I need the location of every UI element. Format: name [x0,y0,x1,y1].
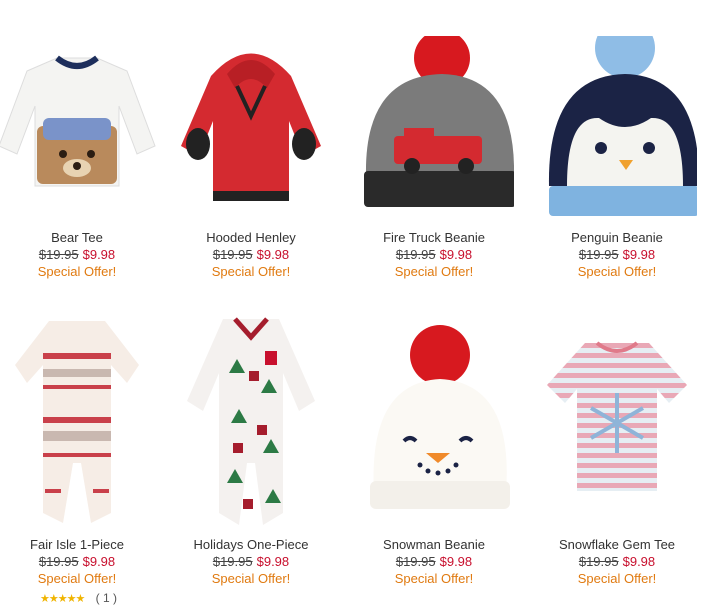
product-price: $19.95 $9.98 [349,554,519,569]
original-price: $19.95 [578,554,619,569]
sale-price: $9.98 [82,247,116,262]
product-price: $19.95 $9.98 [0,554,162,569]
product-name[interactable]: Snowflake Gem Tee [532,537,702,552]
product-image-hooded-henley[interactable] [171,36,331,226]
product-price: $19.95 $9.98 [166,554,336,569]
product-name[interactable]: Fire Truck Beanie [349,230,519,245]
review-count[interactable]: ( 1 ) [96,591,117,605]
rating-stars-icon: ★★★★★ [40,593,85,605]
product-name[interactable]: Fair Isle 1-Piece [0,537,162,552]
product-card[interactable]: Hooded Henley $19.95 $9.98 Special Offer! [166,36,336,279]
special-offer-link[interactable]: Special Offer! [349,571,519,586]
sale-price: $9.98 [439,554,473,569]
product-price: $19.95 $9.98 [532,554,702,569]
original-price: $19.95 [395,247,436,262]
product-name[interactable]: Hooded Henley [166,230,336,245]
product-card[interactable]: Snowflake Gem Tee $19.95 $9.98 Special Of… [532,313,702,586]
product-image-holidays-one-piece[interactable] [171,313,331,533]
original-price: $19.95 [38,554,79,569]
product-image-penguin-beanie[interactable] [537,36,697,226]
product-image-fire-truck-beanie[interactable] [354,36,514,226]
product-image-snowflake-gem-tee[interactable] [537,313,697,533]
special-offer-link[interactable]: Special Offer! [166,264,336,279]
special-offer-link[interactable]: Special Offer! [0,571,162,586]
product-price: $19.95 $9.98 [349,247,519,262]
product-name[interactable]: Snowman Beanie [349,537,519,552]
product-name[interactable]: Penguin Beanie [532,230,702,245]
product-image-snowman-beanie[interactable] [354,313,514,533]
special-offer-link[interactable]: Special Offer! [166,571,336,586]
product-card[interactable]: Penguin Beanie $19.95 $9.98 Special Offer… [532,36,702,279]
original-price: $19.95 [212,554,253,569]
product-card[interactable]: Snowman Beanie $19.95 $9.98 Special Offer… [349,313,519,586]
original-price: $19.95 [212,247,253,262]
product-price: $19.95 $9.98 [0,247,162,262]
original-price: $19.95 [38,247,79,262]
special-offer-link[interactable]: Special Offer! [532,571,702,586]
product-image-bear-tee[interactable] [0,36,157,226]
special-offer-link[interactable]: Special Offer! [532,264,702,279]
product-rating[interactable]: ★★★★★ ( 1 ) [40,591,117,605]
sale-price: $9.98 [82,554,116,569]
product-price: $19.95 $9.98 [532,247,702,262]
sale-price: $9.98 [256,554,290,569]
special-offer-link[interactable]: Special Offer! [349,264,519,279]
product-name[interactable]: Bear Tee [0,230,162,245]
sale-price: $9.98 [439,247,473,262]
special-offer-link[interactable]: Special Offer! [0,264,162,279]
sale-price: $9.98 [256,247,290,262]
product-card[interactable]: Holidays One-Piece $19.95 $9.98 Special O… [166,313,336,586]
sale-price: $9.98 [622,247,656,262]
product-grid: Bear Tee $19.95 $9.98 Special Offer! Hood… [0,0,707,613]
product-card[interactable]: Fair Isle 1-Piece $19.95 $9.98 Special Of… [0,313,162,586]
original-price: $19.95 [578,247,619,262]
original-price: $19.95 [395,554,436,569]
product-image-fair-isle-1-piece[interactable] [0,313,157,533]
product-name[interactable]: Holidays One-Piece [166,537,336,552]
product-card[interactable]: Fire Truck Beanie $19.95 $9.98 Special Of… [349,36,519,279]
product-card[interactable]: Bear Tee $19.95 $9.98 Special Offer! [0,36,162,279]
sale-price: $9.98 [622,554,656,569]
product-price: $19.95 $9.98 [166,247,336,262]
